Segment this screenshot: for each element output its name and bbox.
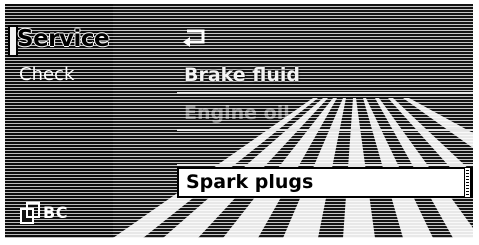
bc-icon <box>20 202 40 224</box>
back-arrow-icon[interactable] <box>181 27 211 47</box>
bc-label: BC <box>43 202 68 222</box>
menu-item-engine-oil[interactable]: Engine oil <box>177 98 473 129</box>
service-title[interactable]: Service <box>17 26 110 52</box>
check-subtitle[interactable]: Check <box>19 64 74 85</box>
display-screen: Service Check BC Brake fluid Engine oil … <box>5 4 473 238</box>
divider <box>177 129 473 131</box>
divider <box>177 164 473 166</box>
divider <box>177 92 473 94</box>
menu-item-hidden[interactable] <box>177 134 473 165</box>
bc-button[interactable]: BC <box>20 202 68 224</box>
menu-item-brake-fluid[interactable]: Brake fluid <box>177 60 473 91</box>
left-panel: Service Check BC <box>5 4 113 238</box>
menu-item-spark-plugs[interactable]: Spark plugs <box>177 167 473 198</box>
scrollbar[interactable] <box>464 167 471 198</box>
